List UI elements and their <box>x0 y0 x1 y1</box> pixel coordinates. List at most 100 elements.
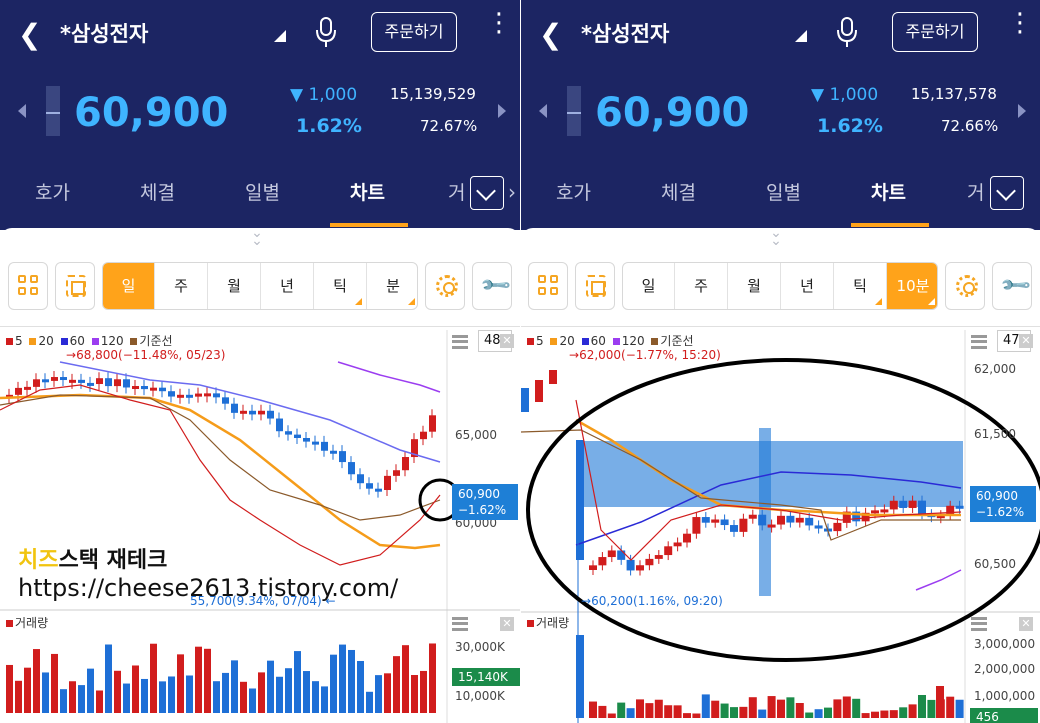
candle <box>393 470 400 476</box>
candle <box>889 500 898 510</box>
candle <box>701 517 710 523</box>
volume-bar <box>946 696 955 718</box>
candle <box>692 517 701 534</box>
volume-bar <box>339 644 346 713</box>
volume-bar <box>15 680 22 713</box>
volume-bar <box>240 681 247 713</box>
candle <box>918 500 926 515</box>
volume-bar <box>748 697 757 718</box>
candle <box>204 393 211 397</box>
volume-bar <box>814 709 823 718</box>
volume-bar <box>598 705 607 718</box>
chart-menu-icon[interactable] <box>452 335 468 349</box>
volume-bar <box>420 670 427 713</box>
volume-bar <box>141 678 148 713</box>
volume-bar <box>78 685 85 713</box>
close-chart-icon[interactable]: ✕ <box>1019 334 1033 348</box>
ma5-line <box>0 384 441 566</box>
volume-bar <box>114 670 121 713</box>
candle <box>123 379 130 388</box>
volume-bar <box>899 707 908 718</box>
volume-bar <box>60 689 67 713</box>
volume-menu-icon[interactable] <box>971 617 987 631</box>
volume-bar <box>701 694 710 718</box>
right-panel: ❮ *삼성전자 주문하기 ⋮ 60,900 ▼ 1,000 1.62% 15,1… <box>521 0 1040 723</box>
volume-bar <box>24 667 31 713</box>
close-chart-icon[interactable]: ✕ <box>500 334 514 348</box>
candle <box>786 515 795 523</box>
close-volume-icon[interactable]: ✕ <box>1019 617 1033 631</box>
volume-bar <box>231 660 238 713</box>
candle <box>150 387 157 391</box>
candle <box>24 386 31 390</box>
high-price-note: →62,000(−1.77%, 15:20) <box>569 348 721 362</box>
volume-bar <box>842 696 851 718</box>
candle <box>683 533 691 543</box>
candle <box>132 386 139 390</box>
legend-ma120: 120 <box>91 334 124 348</box>
candle <box>420 431 427 440</box>
volume-bar <box>824 707 832 718</box>
candle <box>375 488 382 492</box>
candle <box>33 379 40 387</box>
candle <box>240 410 247 414</box>
candle <box>267 410 274 419</box>
volume-bar <box>222 672 229 713</box>
close-volume-icon[interactable]: ✕ <box>500 617 514 631</box>
volume-bar <box>384 673 391 713</box>
candle <box>626 559 635 571</box>
candle <box>748 514 757 519</box>
chart-menu-icon[interactable] <box>971 335 987 349</box>
candle <box>645 558 654 566</box>
volume-bar <box>357 660 364 713</box>
volume-bar <box>312 681 319 713</box>
volume-tag: 15,140K <box>452 668 520 686</box>
candle <box>177 394 184 398</box>
candle <box>87 382 94 386</box>
volume-bar <box>927 699 936 718</box>
candle <box>141 386 148 390</box>
volume-menu-icon[interactable] <box>452 617 468 631</box>
volume-bar <box>786 697 795 718</box>
candle <box>294 434 301 439</box>
candle <box>114 379 121 387</box>
volume-bar <box>402 645 409 713</box>
high-price-note: →68,800(−11.48%, 05/23) <box>66 348 226 362</box>
volume-bar <box>204 648 211 713</box>
volume-bar <box>626 708 635 718</box>
volume-bar <box>871 711 879 718</box>
candle <box>805 517 814 526</box>
watermark-title: 치즈스택 재테크 <box>18 548 168 573</box>
candle <box>607 550 616 558</box>
volume-bar <box>330 654 337 713</box>
candle <box>711 519 720 523</box>
volume-bar <box>132 665 139 713</box>
vol-label-3000000: 3,000,000 <box>974 637 1036 651</box>
candle <box>312 441 319 445</box>
candle <box>402 457 409 471</box>
volume-bar <box>739 706 748 718</box>
low-price-note: →60,200(1.16%, 09:20) <box>581 594 723 608</box>
volume-bar <box>683 713 691 718</box>
y-label-61500: 61,500 <box>974 427 1016 441</box>
volume-bar <box>711 700 720 718</box>
volume-bar <box>87 668 94 713</box>
candle <box>159 387 166 392</box>
candle <box>429 415 436 432</box>
ma20-line <box>0 393 441 550</box>
volume-bar <box>258 672 265 713</box>
volume-bar <box>767 696 776 718</box>
volume-bar <box>607 713 616 718</box>
candle <box>673 542 682 547</box>
candle <box>222 397 229 404</box>
volume-bar <box>33 649 40 713</box>
candle <box>589 565 597 570</box>
volume-bar <box>617 702 626 718</box>
vol-label-2000000: 2,000,000 <box>974 662 1036 676</box>
volume-bar <box>150 643 157 713</box>
vol-label-10000k: 10,000K <box>455 689 505 703</box>
y-label-60500: 60,500 <box>974 557 1016 571</box>
candle <box>598 557 607 566</box>
candle <box>758 514 767 526</box>
volume-bar <box>795 703 804 718</box>
